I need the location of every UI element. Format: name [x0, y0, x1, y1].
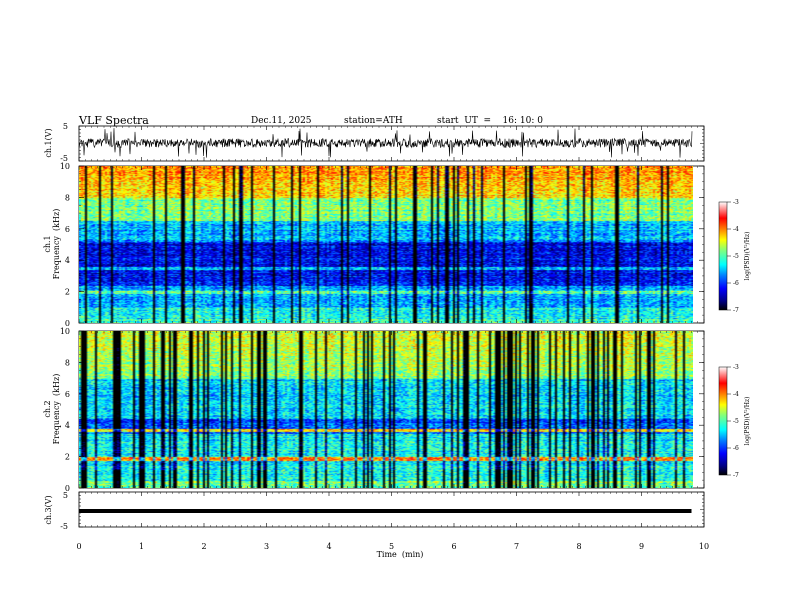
date-label: Dec.11, 2025 [251, 116, 312, 126]
y-tick-label: 8 [65, 193, 70, 202]
x-tick-label: 3 [264, 542, 269, 551]
colorbar-tick-label: -6 [733, 445, 739, 452]
chart-title: VLF Spectra [78, 114, 149, 127]
x-tick-label: 8 [576, 542, 581, 551]
colorbar-tick-label: -5 [733, 253, 739, 260]
x-axis-label: Time (min) [377, 550, 424, 559]
x-tick-label: 7 [514, 542, 519, 551]
y-tick-label: 10 [60, 162, 70, 171]
station-label: station=ATH [344, 116, 403, 126]
colorbar-tick-label: -4 [733, 391, 739, 398]
colorbar-tick-label: -7 [733, 472, 739, 479]
y-tick-label: 6 [65, 225, 70, 234]
y-tick-label: 10 [60, 327, 70, 336]
ch1-spec-ylabel: Frequency (kHz) [52, 209, 61, 280]
x-tick-label: 4 [326, 542, 331, 551]
ch2-colorbar-label: log(PSD)(V²/Hz) [744, 397, 751, 446]
x-tick-label: 9 [639, 542, 644, 551]
x-tick-label: 6 [451, 542, 456, 551]
ch1-waveform-line [78, 128, 693, 158]
y-tick-label: 2 [65, 288, 70, 297]
x-tick-label: 0 [76, 542, 81, 551]
ch1-spec-ylabel-top: ch.1 [43, 235, 52, 252]
ch2-spec-ylabel: Frequency (kHz) [52, 374, 61, 445]
y-tick-label: 8 [65, 358, 70, 367]
ch1-waveform-ylabel: ch.1(V) [44, 128, 53, 157]
colorbar-tick-label: -6 [733, 280, 739, 287]
x-tick-label: 10 [699, 542, 709, 551]
ch1-colorbar-label: log(PSD)(V²/Hz) [744, 232, 751, 281]
x-tick-label: 2 [201, 542, 206, 551]
colorbar-tick-label: -4 [733, 226, 739, 233]
start-ut-label: start UT = 16: 10: 0 [437, 116, 543, 126]
y-tick-label: 6 [65, 390, 70, 399]
ch1-spectrogram-image [79, 166, 693, 323]
ch1-ytick-top: 5 [63, 122, 68, 131]
colorbar-tick-label: -3 [733, 199, 739, 206]
ch3-ytick-bottom: -5 [60, 522, 68, 531]
ch2-spectrogram-image [79, 331, 693, 488]
colorbar-tick-label: -3 [733, 364, 739, 371]
ch1-colorbar [718, 201, 728, 311]
y-tick-label: 0 [65, 484, 70, 493]
x-tick-label: 5 [389, 542, 394, 551]
vlf-spectra-chart: VLF Spectra Dec.11, 2025 station=ATH sta… [43, 114, 751, 559]
y-tick-label: 4 [65, 421, 70, 430]
colorbar-tick-label: -5 [733, 418, 739, 425]
colorbar-tick-label: -7 [733, 307, 739, 314]
ch2-spec-ylabel-top: ch.2 [43, 400, 52, 417]
x-tick-label: 1 [139, 542, 144, 551]
ch2-colorbar [718, 366, 728, 476]
y-tick-label: 4 [65, 256, 70, 265]
ch3-waveform-ylabel: ch.3(V) [44, 495, 53, 524]
y-tick-label: 2 [65, 453, 70, 462]
